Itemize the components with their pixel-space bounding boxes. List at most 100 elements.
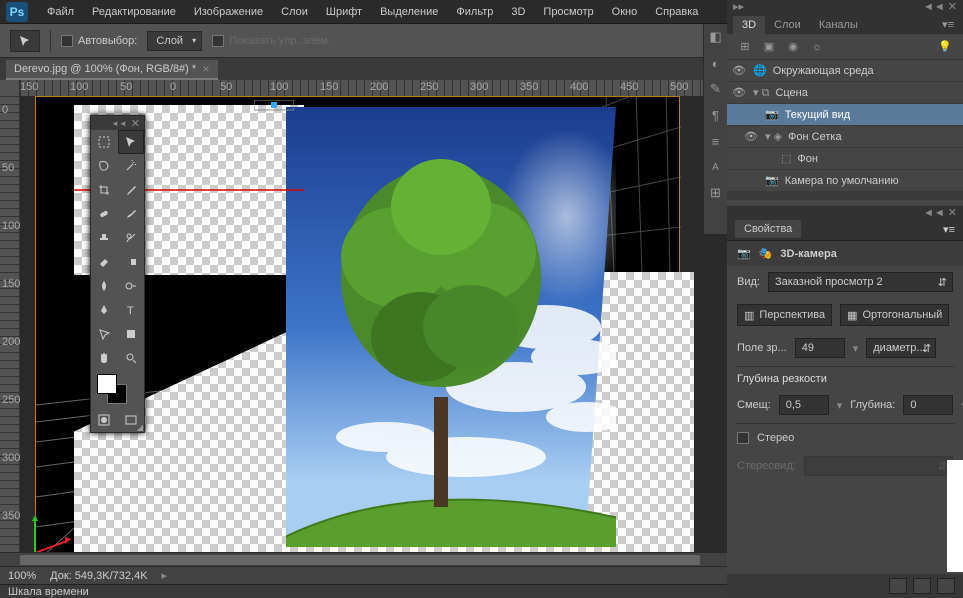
wand-tool[interactable] [118, 154, 145, 178]
item-label: Окружающая среда [773, 65, 874, 77]
dock-icon[interactable]: ◐ [704, 50, 727, 76]
path-select-tool[interactable] [91, 322, 118, 346]
filter-material-icon[interactable]: ◉ [785, 39, 801, 55]
offset-label: Смещ: [737, 399, 771, 411]
menu-select[interactable]: Выделение [371, 6, 447, 18]
perspective-button[interactable]: ▥Перспектива [737, 304, 832, 326]
fov-unit-dropdown[interactable]: диаметр...⇵ [866, 338, 936, 358]
panel-tabs: 3D Слои Каналы ▾≡ [727, 12, 963, 34]
gradient-tool[interactable] [118, 250, 145, 274]
foreground-color[interactable] [97, 374, 117, 394]
layer-dropdown[interactable]: Слой [147, 31, 202, 51]
orthogonal-button[interactable]: ▦Ортогональный [840, 304, 949, 326]
fov-input[interactable]: 49 [795, 338, 845, 358]
heal-tool[interactable] [91, 202, 118, 226]
hand-tool[interactable] [91, 346, 118, 370]
new-icon[interactable] [889, 578, 907, 594]
3d-item-bg-mesh[interactable]: 👁 ▾ ◈ Фон Сетка [727, 126, 963, 148]
3d-item-default-camera[interactable]: 📷 Камера по умолчанию [727, 170, 963, 192]
dock-icon[interactable]: ¶ [704, 102, 727, 128]
auto-select-checkbox[interactable]: Автовыбор: [61, 35, 137, 47]
brush-tool[interactable] [118, 202, 145, 226]
toolbox-header[interactable]: ◄◄✕ [91, 116, 144, 130]
3d-item-bg-material[interactable]: ⬚ Фон [727, 148, 963, 170]
dock-icon[interactable]: A [704, 154, 727, 180]
close-tab-icon[interactable]: ✕ [202, 64, 210, 75]
scrollbar-track[interactable] [947, 460, 963, 572]
app-logo[interactable]: Ps [6, 2, 28, 22]
eyedropper-tool[interactable] [118, 178, 145, 202]
3d-item-scene[interactable]: 👁 ▾ ⧉ Сцена [727, 82, 963, 104]
depth-label: Глубина: [850, 399, 895, 411]
stamp-tool[interactable] [91, 226, 118, 250]
document-tab[interactable]: Derevo.jpg @ 100% (Фон, RGB/8#) * ✕ [6, 60, 218, 80]
menu-edit[interactable]: Редактирование [83, 6, 185, 18]
pen-tool[interactable] [91, 298, 118, 322]
menu-filter[interactable]: Фильтр [447, 6, 502, 18]
view-dropdown[interactable]: Заказной просмотр 2⇵ [768, 272, 953, 292]
history-brush-tool[interactable] [118, 226, 145, 250]
screenmode-toggle[interactable] [118, 408, 145, 432]
ruler-vertical[interactable]: 050100150200250300350 [0, 96, 20, 566]
panel-menu-icon[interactable]: ▾≡ [943, 223, 955, 236]
offset-input[interactable]: 0,5 [779, 395, 829, 415]
visibility-icon[interactable]: 👁 [731, 86, 747, 99]
visibility-icon[interactable]: 👁 [743, 130, 759, 143]
marquee-tool[interactable] [91, 130, 118, 154]
menu-help[interactable]: Справка [646, 6, 707, 18]
tab-layers[interactable]: Слои [765, 16, 810, 34]
color-swatches[interactable] [91, 370, 144, 408]
timeline-panel[interactable]: Шкала времени [0, 584, 727, 598]
3d-item-environment[interactable]: 👁 🌐 Окружающая среда [727, 60, 963, 82]
right-panel-group: ▸▸◄◄ ✕ 3D Слои Каналы ▾≡ ⊞ ▣ ◉ ☼ 💡 👁 🌐 О… [727, 0, 963, 598]
crop-tool[interactable] [91, 178, 118, 202]
dock-icon[interactable]: ⊞ [704, 180, 727, 206]
move-tool[interactable] [118, 130, 145, 154]
tab-channels[interactable]: Каналы [810, 16, 867, 34]
blur-tool[interactable] [91, 274, 118, 298]
depth-input[interactable]: 0 [903, 395, 953, 415]
fov-label: Поле зр... [737, 342, 787, 354]
menu-view[interactable]: Просмотр [534, 6, 602, 18]
doc-size[interactable]: Док: 549,3K/732,4K [50, 570, 147, 582]
dodge-tool[interactable] [118, 274, 145, 298]
stereo-view-dropdown: ⇵ [804, 456, 953, 476]
properties-title[interactable]: Свойства [735, 220, 801, 238]
visibility-icon[interactable]: 👁 [731, 64, 747, 77]
filter-mesh-icon[interactable]: ▣ [761, 39, 777, 55]
lasso-tool[interactable] [91, 154, 118, 178]
horizontal-scrollbar[interactable] [0, 552, 727, 566]
auto-select-label: Автовыбор: [78, 35, 137, 47]
menu-window[interactable]: Окно [603, 6, 647, 18]
filter-all-icon[interactable]: ⊞ [737, 39, 753, 55]
panel-collapse-icon[interactable]: ◄◄ ✕ [923, 206, 957, 219]
dock-icon[interactable]: ◧ [704, 24, 727, 50]
menu-file[interactable]: Файл [38, 6, 83, 18]
stereo-checkbox[interactable] [737, 432, 749, 444]
show-controls-checkbox[interactable]: Показать упр. элем. [212, 35, 331, 47]
quickmask-toggle[interactable] [91, 408, 118, 432]
active-tool-indicator[interactable] [10, 30, 40, 52]
zoom-tool[interactable] [118, 346, 145, 370]
shape-tool[interactable] [118, 322, 145, 346]
render-icon[interactable]: 💡 [937, 39, 953, 55]
type-tool[interactable]: T [118, 298, 145, 322]
3d-item-current-view[interactable]: 📷 Текущий вид [727, 104, 963, 126]
dock-icon[interactable]: ≡ [704, 128, 727, 154]
tab-3d[interactable]: 3D [733, 16, 765, 34]
menu-type[interactable]: Шрифт [317, 6, 371, 18]
properties-header: Свойства ▾≡ [727, 218, 963, 240]
menu-image[interactable]: Изображение [185, 6, 272, 18]
zoom-level[interactable]: 100% [8, 570, 36, 582]
menu-layers[interactable]: Слои [272, 6, 317, 18]
filter-light-icon[interactable]: ☼ [809, 39, 825, 55]
render-icon[interactable] [937, 578, 955, 594]
dock-icon[interactable]: ✎ [704, 76, 727, 102]
item-label: Сцена [775, 87, 807, 99]
panel-menu-icon[interactable]: ▾≡ [933, 15, 963, 34]
delete-icon[interactable] [913, 578, 931, 594]
eraser-tool[interactable] [91, 250, 118, 274]
menu-3d[interactable]: 3D [502, 6, 534, 18]
camera-icon: 📷 [737, 247, 751, 260]
panel-collapse-icon[interactable]: ◄◄ ✕ [923, 0, 957, 13]
